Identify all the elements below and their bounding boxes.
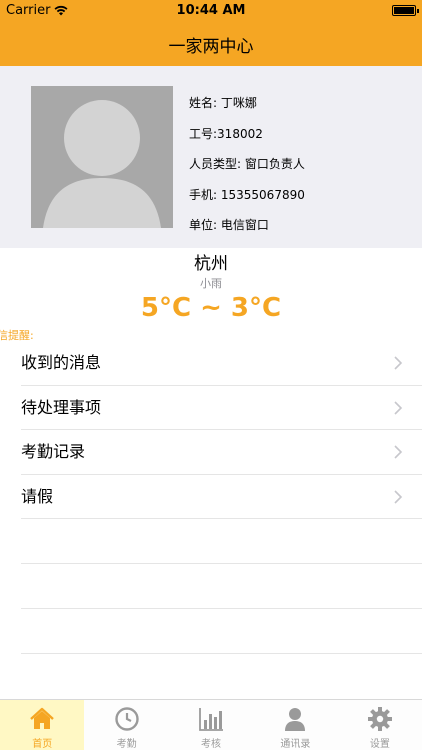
battery-icon [392,5,419,16]
tab-label: 设置 [369,739,390,750]
tab-label: 考核 [201,739,222,750]
menu-item-label: 待处理事项 [21,397,102,417]
empty-row-separator [21,653,422,654]
status-bar: Carrier 10:44 AM [0,0,422,22]
unit-label: 单位: [189,218,218,232]
tab-label: 考勤 [116,739,137,750]
chevron-right-icon [394,400,403,415]
menu-item-label: 请假 [21,486,54,506]
tab-home[interactable]: 首页 [0,700,85,750]
page-title: 一家两中心 [168,36,254,57]
weather-panel: 杭州 小雨 5°C ~ 3°C [0,252,422,324]
name-label: 姓名: [189,96,218,110]
phone-value: 15355067890 [220,187,305,202]
name-value: 丁咪娜 [220,96,257,110]
tab-settings[interactable]: 设置 [338,700,422,750]
avatar-placeholder-icon [31,86,173,228]
empty-row-separator [21,563,422,564]
profile-name-row: 姓名: 丁咪娜 [189,88,305,119]
tab-assessment[interactable]: 考核 [169,700,253,750]
profile-phone-row: 手机: 15355067890 [189,180,305,211]
profile-id-row: 工号:318002 [189,119,305,150]
phone-label: 手机: [189,187,218,202]
menu-item-messages[interactable]: 收到的消息 [21,341,422,386]
menu-item-pending[interactable]: 待处理事项 [21,386,422,430]
menu-list: 收到的消息 待处理事项 考勤记录 请假 [0,341,422,519]
weather-city: 杭州 [194,254,228,274]
chevron-right-icon [394,445,403,459]
menu-item-label: 考勤记录 [21,442,86,461]
profile-unit-row: 单位: 电信窗口 [189,210,305,241]
tab-label: 通讯录 [280,739,311,750]
tab-contacts[interactable]: 通讯录 [253,700,337,750]
menu-item-attendance-records[interactable]: 考勤记录 [21,430,422,475]
id-label: 工号: [189,126,218,141]
clock-time: 10:44 AM [176,3,246,18]
tab-label: 首页 [32,739,53,750]
menu-item-label: 收到的消息 [21,353,102,372]
unit-value: 电信窗口 [220,218,269,232]
tab-bar: 首页 考勤 考核 通讯录 设置 [0,699,422,750]
bar-chart-icon [199,708,224,731]
clock-icon [114,707,139,731]
profile-type-row: 人员类型: 窗口负责人 [189,149,305,180]
empty-row-separator [21,608,422,609]
profile-info: 姓名: 丁咪娜 工号:318002 人员类型: 窗口负责人 手机: 153550… [189,88,305,241]
avatar [31,86,173,228]
type-value: 窗口负责人 [244,157,305,171]
person-icon [285,708,306,731]
profile-card: 姓名: 丁咪娜 工号:318002 人员类型: 窗口负责人 手机: 153550… [0,66,422,248]
home-icon [30,707,55,729]
id-value: 318002 [217,126,263,141]
nav-bar: 一家两中心 [0,22,422,66]
weather-condition: 小雨 [200,277,222,290]
type-label: 人员类型: [189,157,242,171]
weather-temperature: 5°C ~ 3°C [140,293,282,323]
menu-item-leave[interactable]: 请假 [21,475,422,519]
gear-icon [367,707,392,731]
chevron-right-icon [394,356,403,370]
chevron-right-icon [394,489,403,504]
tab-attendance[interactable]: 考勤 [84,700,168,750]
